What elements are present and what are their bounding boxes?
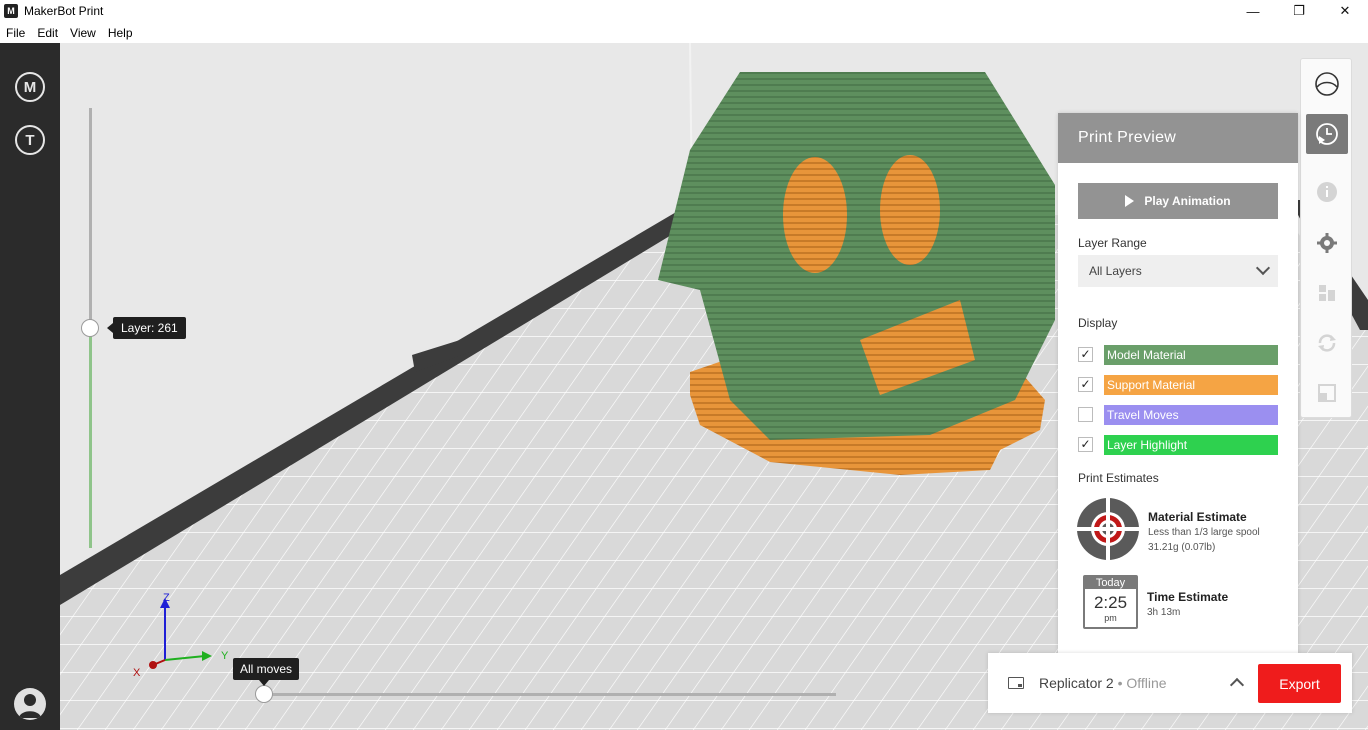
title-bar: M MakerBot Print — ❐ ✕ <box>0 0 1368 22</box>
layer-slider-handle[interactable] <box>81 319 99 337</box>
time-estimate-title: Time Estimate <box>1147 590 1229 604</box>
menu-bar: File Edit View Help <box>0 22 1368 43</box>
chevron-up-icon[interactable] <box>1229 677 1245 693</box>
travel-moves-label: Travel Moves <box>1104 405 1278 425</box>
settings-icon[interactable] <box>1306 223 1348 263</box>
close-button[interactable]: ✕ <box>1322 0 1368 22</box>
maximize-button[interactable]: ❐ <box>1276 0 1322 22</box>
layer-highlight-checkbox[interactable]: ✓ <box>1078 437 1093 452</box>
display-row-highlight: ✓ Layer Highlight <box>1078 435 1278 455</box>
user-avatar-icon[interactable] <box>14 688 46 720</box>
scale-icon[interactable] <box>1306 373 1348 413</box>
window-title: MakerBot Print <box>24 4 104 18</box>
printer-selector[interactable]: Replicator 2 • Offline <box>1039 675 1167 691</box>
menu-file[interactable]: File <box>0 26 31 40</box>
calendar-day: Today <box>1085 577 1136 589</box>
makerbot-logo-icon[interactable]: M <box>15 72 45 102</box>
display-row-travel: Travel Moves <box>1078 405 1278 425</box>
calendar-icon: Today 2:25 pm <box>1083 575 1138 629</box>
display-row-model: ✓ Model Material <box>1078 345 1278 365</box>
menu-edit[interactable]: Edit <box>31 26 64 40</box>
print-preview-panel: Print Preview Play Animation Layer Range… <box>1058 113 1298 655</box>
display-row-support: ✓ Support Material <box>1078 375 1278 395</box>
thingiverse-icon[interactable]: T <box>15 125 45 155</box>
calendar-time: 2:25 <box>1093 593 1128 612</box>
support-material-label: Support Material <box>1104 375 1278 395</box>
layer-slider-fill <box>89 327 92 548</box>
print-estimates-label: Print Estimates <box>1078 471 1159 485</box>
panel-title: Print Preview <box>1058 113 1298 163</box>
layer-range-value: All Layers <box>1089 264 1142 278</box>
play-animation-label: Play Animation <box>1144 194 1231 208</box>
chevron-down-icon <box>1255 260 1271 276</box>
model-material-label: Model Material <box>1104 345 1278 365</box>
menu-view[interactable]: View <box>64 26 102 40</box>
axis-y-label: Y <box>221 650 229 662</box>
printer-name: Replicator 2 <box>1039 675 1114 691</box>
arrange-icon[interactable] <box>1306 273 1348 313</box>
globe-icon[interactable] <box>1306 64 1348 104</box>
export-button[interactable]: Export <box>1258 664 1341 703</box>
play-icon <box>1125 195 1135 207</box>
material-estimate-line2: 31.21g (0.07lb) <box>1148 542 1216 553</box>
play-animation-button[interactable]: Play Animation <box>1078 183 1278 219</box>
makerbot-app-icon: M <box>4 4 18 18</box>
display-label: Display <box>1078 316 1118 330</box>
support-material-checkbox[interactable]: ✓ <box>1078 377 1093 392</box>
minimize-button[interactable]: — <box>1230 0 1276 22</box>
print-preview-icon[interactable] <box>1306 114 1348 154</box>
time-estimate-value: 3h 13m <box>1147 607 1181 618</box>
moves-tooltip: All moves <box>233 658 300 686</box>
material-estimate-line1: Less than 1/3 large spool <box>1148 527 1260 538</box>
moves-slider-handle[interactable] <box>255 685 273 703</box>
material-estimate-title: Material Estimate <box>1148 510 1247 524</box>
info-icon[interactable] <box>1306 172 1348 212</box>
menu-help[interactable]: Help <box>102 26 139 40</box>
rotate-icon[interactable] <box>1306 323 1348 363</box>
model-material-checkbox[interactable]: ✓ <box>1078 347 1093 362</box>
moves-slider-track[interactable] <box>264 693 836 696</box>
travel-moves-checkbox[interactable] <box>1078 407 1093 422</box>
layer-highlight-label: Layer Highlight <box>1104 435 1278 455</box>
left-sidebar: M T <box>0 43 60 730</box>
right-toolbar <box>1300 58 1352 418</box>
printer-status: • Offline <box>1117 675 1167 691</box>
layer-range-select[interactable]: All Layers <box>1078 255 1278 287</box>
layer-tooltip: Layer: 261 <box>107 317 186 339</box>
printer-icon <box>1008 677 1024 689</box>
axis-z-label: Z <box>163 592 170 604</box>
axis-x-label: X <box>133 667 141 679</box>
spool-icon <box>1077 498 1139 560</box>
layer-range-label: Layer Range <box>1078 236 1147 250</box>
printer-bar: Replicator 2 • Offline Export <box>988 653 1352 713</box>
calendar-ampm: pm <box>1104 613 1117 623</box>
